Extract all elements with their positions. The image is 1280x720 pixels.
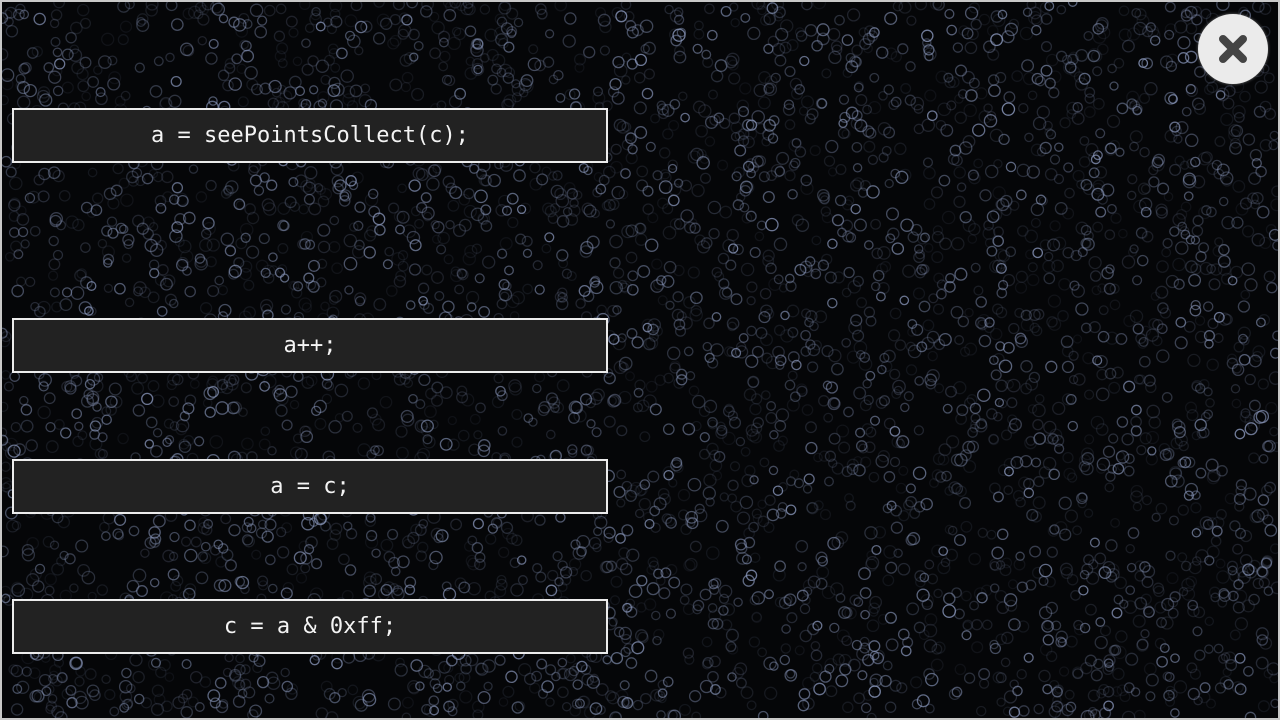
close-button[interactable] (1198, 14, 1268, 84)
close-icon (1219, 35, 1247, 63)
game-screen: a = seePointsCollect(c); a++; a = c; c =… (0, 0, 1280, 720)
code-option-3[interactable]: a = c; (12, 459, 608, 514)
code-option-1[interactable]: a = seePointsCollect(c); (12, 108, 608, 163)
code-option-2[interactable]: a++; (12, 318, 608, 373)
code-option-4[interactable]: c = a & 0xff; (12, 599, 608, 654)
